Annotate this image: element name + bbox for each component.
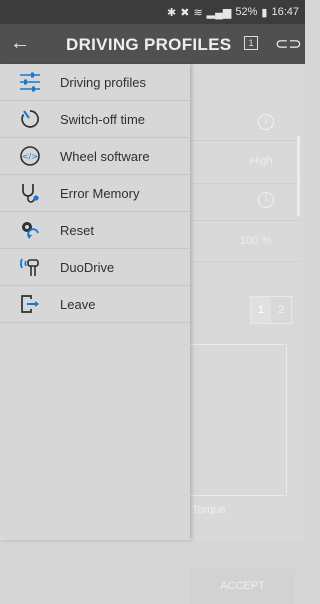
duodrive-icon bbox=[0, 256, 60, 278]
accept-button[interactable]: ACCEPT bbox=[190, 569, 295, 604]
info-icon[interactable]: i bbox=[258, 192, 274, 208]
menu-item-driving-profiles[interactable]: Driving profiles bbox=[0, 64, 190, 101]
sliders-icon bbox=[0, 72, 60, 92]
bluetooth-icon: ✱ bbox=[167, 6, 177, 19]
segment-2[interactable]: 2 bbox=[271, 297, 291, 323]
info-icon[interactable]: i bbox=[258, 114, 274, 130]
code-icon: </> bbox=[0, 145, 60, 167]
setting-row: High bbox=[190, 141, 300, 184]
svg-text:</>: </> bbox=[22, 152, 38, 161]
profile-badge[interactable]: 1 bbox=[244, 36, 258, 50]
torque-graph-box bbox=[190, 344, 287, 496]
battery-level: 52% bbox=[235, 6, 258, 18]
scrollbar[interactable] bbox=[297, 136, 300, 216]
setting-value-high[interactable]: High bbox=[250, 155, 273, 167]
app-bar: ← DRIVING PROFILES 1 ⊂⊃ bbox=[0, 24, 305, 64]
reset-gear-icon bbox=[0, 219, 60, 241]
mute-icon: ✖ bbox=[180, 6, 190, 19]
menu-item-switch-off-time[interactable]: Switch-off time bbox=[0, 101, 190, 138]
menu-item-reset[interactable]: Reset bbox=[0, 212, 190, 249]
link-icon[interactable]: ⊂⊃ bbox=[275, 34, 302, 54]
menu-item-label: Wheel software bbox=[60, 148, 150, 164]
torque-label: Torque bbox=[192, 504, 226, 516]
setting-row: i bbox=[190, 104, 300, 141]
menu-item-label: Reset bbox=[60, 222, 94, 238]
navigation-drawer: Driving profiles Switch-off time </> Whe… bbox=[0, 64, 190, 540]
timer-icon bbox=[0, 108, 60, 130]
exit-icon bbox=[0, 293, 60, 315]
menu-item-error-memory[interactable]: Error Memory bbox=[0, 175, 190, 212]
setting-row: i bbox=[190, 184, 300, 221]
battery-icon: ▮ bbox=[261, 6, 268, 19]
stethoscope-icon bbox=[0, 182, 60, 204]
menu-item-label: Driving profiles bbox=[60, 74, 146, 90]
menu-item-label: DuoDrive bbox=[60, 259, 115, 275]
menu-item-label: Switch-off time bbox=[60, 111, 146, 127]
signal-icon: ▂▄▆ bbox=[206, 6, 232, 19]
clock: 16:47 bbox=[271, 6, 299, 18]
setting-row: 100 % bbox=[190, 221, 300, 262]
menu-item-leave[interactable]: Leave bbox=[0, 286, 190, 323]
status-bar: ✱ ✖ ≋ ▂▄▆ 52% ▮ 16:47 bbox=[0, 0, 305, 24]
menu-item-duodrive[interactable]: DuoDrive bbox=[0, 249, 190, 286]
back-arrow-icon[interactable]: ← bbox=[10, 32, 30, 55]
profile-segment-control[interactable]: 1 2 bbox=[250, 296, 292, 324]
page-title: DRIVING PROFILES bbox=[66, 35, 232, 54]
menu-item-label: Error Memory bbox=[60, 185, 140, 201]
menu-item-wheel-software[interactable]: </> Wheel software bbox=[0, 138, 190, 175]
segment-1[interactable]: 1 bbox=[251, 297, 271, 323]
setting-value-percent[interactable]: 100 % bbox=[240, 235, 271, 247]
wifi-icon: ≋ bbox=[193, 6, 203, 19]
menu-item-label: Leave bbox=[60, 296, 96, 312]
